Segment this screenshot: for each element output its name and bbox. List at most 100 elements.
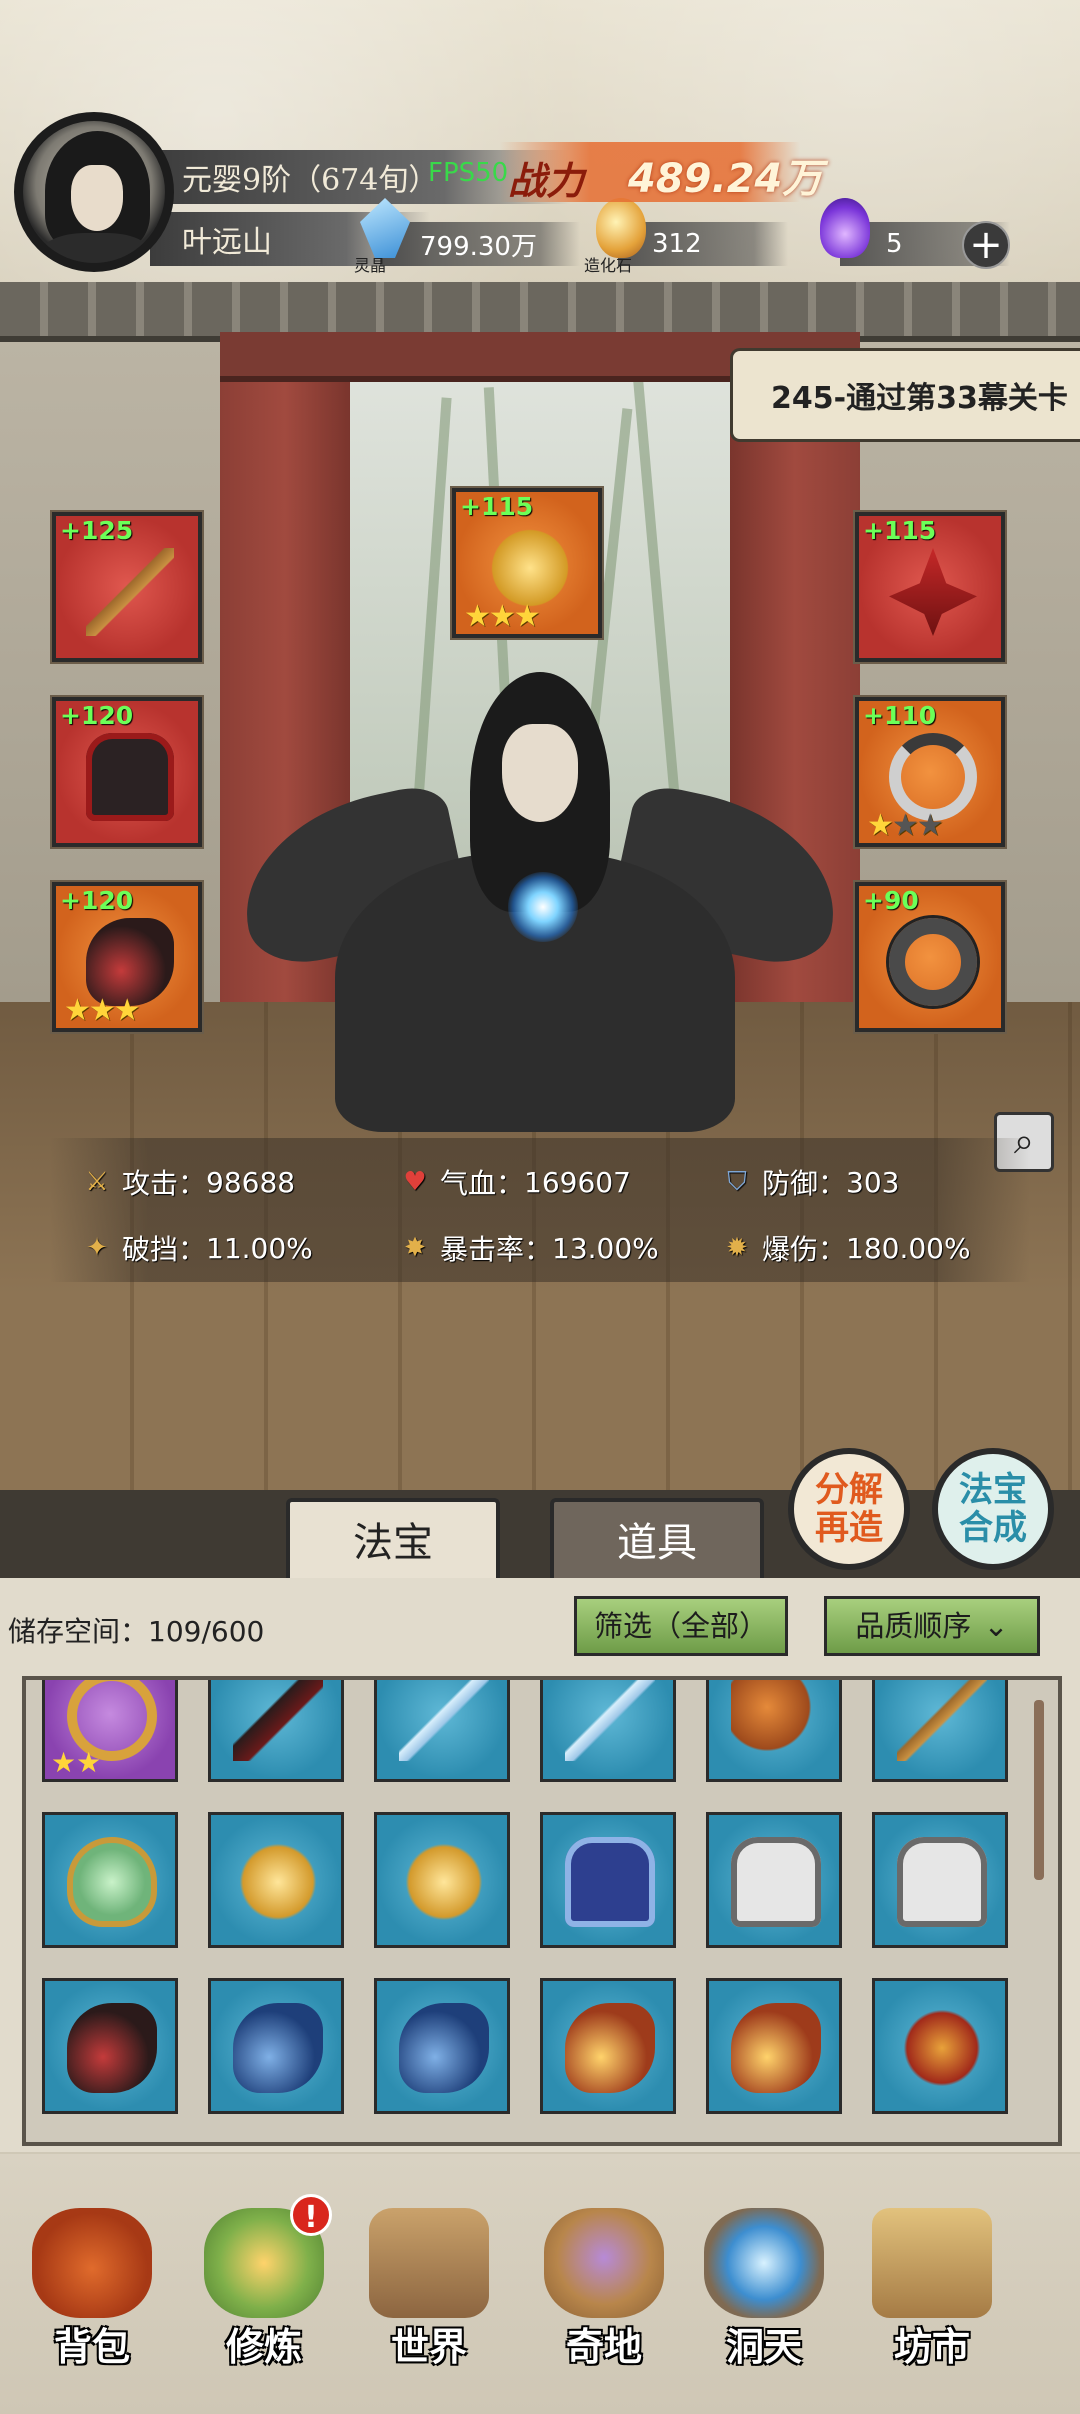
stat-crit-damage: ✹ 爆伤： 180.00% bbox=[720, 1228, 971, 1268]
inventory-item[interactable] bbox=[706, 1812, 842, 1948]
inventory-item[interactable] bbox=[706, 1680, 842, 1782]
tab-items[interactable]: 道具 bbox=[550, 1498, 764, 1580]
inventory-item[interactable] bbox=[540, 1680, 676, 1782]
enhance-level: +115 bbox=[460, 492, 534, 521]
inventory-item[interactable] bbox=[208, 1812, 344, 1948]
inventory-item[interactable] bbox=[374, 1680, 510, 1782]
combat-power-label: 战力 bbox=[508, 159, 585, 203]
ice-sword-icon bbox=[399, 1680, 489, 1761]
inventory-item[interactable] bbox=[872, 1978, 1008, 2114]
enhance-level: +120 bbox=[60, 886, 134, 915]
ring-icon bbox=[889, 918, 977, 1006]
stat-crit-rate: ✸ 暴击率： 13.00% bbox=[398, 1228, 659, 1268]
notification-badge: ! bbox=[290, 2194, 332, 2236]
equip-slot-charm[interactable]: +115 ★★★ bbox=[452, 488, 602, 638]
red-boots-icon bbox=[67, 2003, 157, 2093]
white-armor-icon bbox=[897, 1837, 987, 1927]
resource-creation-stone[interactable]: 造化石 312 bbox=[584, 198, 788, 275]
crit-damage-icon: ✹ bbox=[726, 1233, 748, 1263]
nav-label: 修炼 bbox=[225, 2324, 302, 2369]
star-rating: ★★★ bbox=[64, 993, 141, 1028]
gold-boots-icon bbox=[731, 2003, 821, 2093]
break-shield-icon: ✦ bbox=[86, 1233, 108, 1263]
portal-icon bbox=[704, 2208, 824, 2318]
enhance-level: +90 bbox=[863, 886, 919, 915]
inventory-item[interactable] bbox=[540, 1812, 676, 1948]
gold-lotus-icon bbox=[399, 1837, 489, 1927]
stat-hp: ♥ 气血： 169607 bbox=[398, 1162, 631, 1202]
equip-slot-necklace[interactable]: +110 ★★★ bbox=[855, 697, 1005, 847]
equip-slot-armor[interactable]: +120 bbox=[52, 697, 202, 847]
equip-slot-boots[interactable]: +120 ★★★ bbox=[52, 882, 202, 1032]
stat-label: 暴击率： bbox=[440, 1233, 553, 1266]
stat-value: 169607 bbox=[524, 1165, 631, 1199]
inventory-item[interactable] bbox=[540, 1978, 676, 2114]
equip-slot-weapon[interactable]: +125 bbox=[52, 512, 202, 662]
stat-label: 气血： bbox=[440, 1167, 525, 1200]
nav-cave-heaven[interactable]: 洞天 bbox=[680, 2168, 848, 2408]
nav-bag[interactable]: 背包 bbox=[0, 2168, 200, 2414]
inventory-item[interactable] bbox=[872, 1812, 1008, 1948]
inventory-item[interactable] bbox=[42, 1812, 178, 1948]
nav-label: 世界 bbox=[390, 2324, 467, 2369]
resource-spirit-crystal[interactable]: 灵晶 799.30万 bbox=[354, 198, 580, 275]
add-resource-button[interactable]: + bbox=[962, 221, 1010, 269]
sort-label: 品质顺序 bbox=[855, 1609, 972, 1643]
robe-icon bbox=[86, 733, 174, 821]
sort-dropdown[interactable]: 品质顺序 ⌄ bbox=[824, 1596, 1040, 1656]
stat-penetration: ✦ 破挡： 11.00% bbox=[80, 1228, 313, 1268]
combat-power-value: 489.24万 bbox=[628, 156, 823, 202]
quest-banner[interactable]: 245-通过第33幕关卡 bbox=[730, 348, 1080, 442]
blue-boots-icon bbox=[399, 2003, 489, 2093]
star-rating: ★★ bbox=[51, 1746, 102, 1779]
storage-capacity: 储存空间：109/600 bbox=[8, 1610, 264, 1650]
stat-value: 11.00% bbox=[206, 1231, 313, 1265]
cultivation-rank: 元婴9阶（674旬） bbox=[182, 163, 439, 198]
white-armor-icon bbox=[731, 1837, 821, 1927]
inventory-item[interactable] bbox=[374, 1978, 510, 2114]
inventory-item[interactable] bbox=[872, 1680, 1008, 1782]
star-rating: ★★★ bbox=[464, 599, 541, 634]
nav-label: 坊市 bbox=[893, 2324, 970, 2369]
inventory-item[interactable] bbox=[42, 1978, 178, 2114]
equip-slot-crown[interactable]: +115 bbox=[855, 512, 1005, 662]
enhance-level: +125 bbox=[60, 516, 134, 545]
filter-button[interactable]: 筛选（全部） bbox=[574, 1596, 788, 1656]
purple-flame-icon bbox=[820, 198, 870, 258]
nav-market[interactable]: 坊市 bbox=[848, 2168, 1016, 2408]
crown-icon bbox=[889, 548, 977, 636]
crit-icon: ✸ bbox=[404, 1233, 426, 1263]
inventory-item[interactable] bbox=[706, 1978, 842, 2114]
inventory-item[interactable] bbox=[374, 1812, 510, 1948]
inventory-item[interactable] bbox=[208, 1680, 344, 1782]
player-avatar[interactable] bbox=[14, 112, 174, 272]
player-name: 叶远山 bbox=[182, 225, 272, 260]
ice-sword-icon bbox=[565, 1680, 655, 1761]
nav-wonderland[interactable]: 奇地 bbox=[520, 2168, 688, 2408]
sword-icon: ⚔ bbox=[85, 1167, 109, 1197]
resource-label: 造化石 bbox=[584, 256, 633, 275]
stat-value: 98688 bbox=[206, 1165, 296, 1199]
star-rating: ★★★ bbox=[867, 808, 944, 843]
stat-label: 攻击： bbox=[122, 1167, 207, 1200]
fire-ring-icon bbox=[897, 2003, 987, 2093]
inventory-grid[interactable]: ★★ bbox=[22, 1676, 1062, 2146]
inventory-item[interactable] bbox=[208, 1978, 344, 2114]
synthesize-button[interactable]: 法宝合成 bbox=[932, 1448, 1054, 1570]
heart-icon: ♥ bbox=[403, 1167, 427, 1197]
chevron-down-icon: ⌄ bbox=[983, 1609, 1009, 1644]
nav-label: 洞天 bbox=[725, 2324, 802, 2369]
fps-counter: FPS50 bbox=[428, 158, 509, 188]
tab-artifacts[interactable]: 法宝 bbox=[286, 1498, 500, 1580]
decompose-button[interactable]: 分解再造 bbox=[788, 1448, 910, 1570]
inventory-item[interactable]: ★★ bbox=[42, 1680, 178, 1782]
stat-defense: ⛉ 防御： 303 bbox=[720, 1162, 899, 1202]
stat-value: 303 bbox=[846, 1165, 900, 1199]
resource-value: 799.30万 bbox=[420, 231, 537, 262]
nav-world[interactable]: 世界 bbox=[345, 2168, 513, 2408]
equip-slot-ring[interactable]: +90 bbox=[855, 882, 1005, 1032]
nav-label: 奇地 bbox=[565, 2324, 642, 2369]
enhance-level: +110 bbox=[863, 701, 937, 730]
inventory-scrollbar[interactable] bbox=[1034, 1700, 1044, 1880]
stone-icon bbox=[596, 198, 646, 258]
